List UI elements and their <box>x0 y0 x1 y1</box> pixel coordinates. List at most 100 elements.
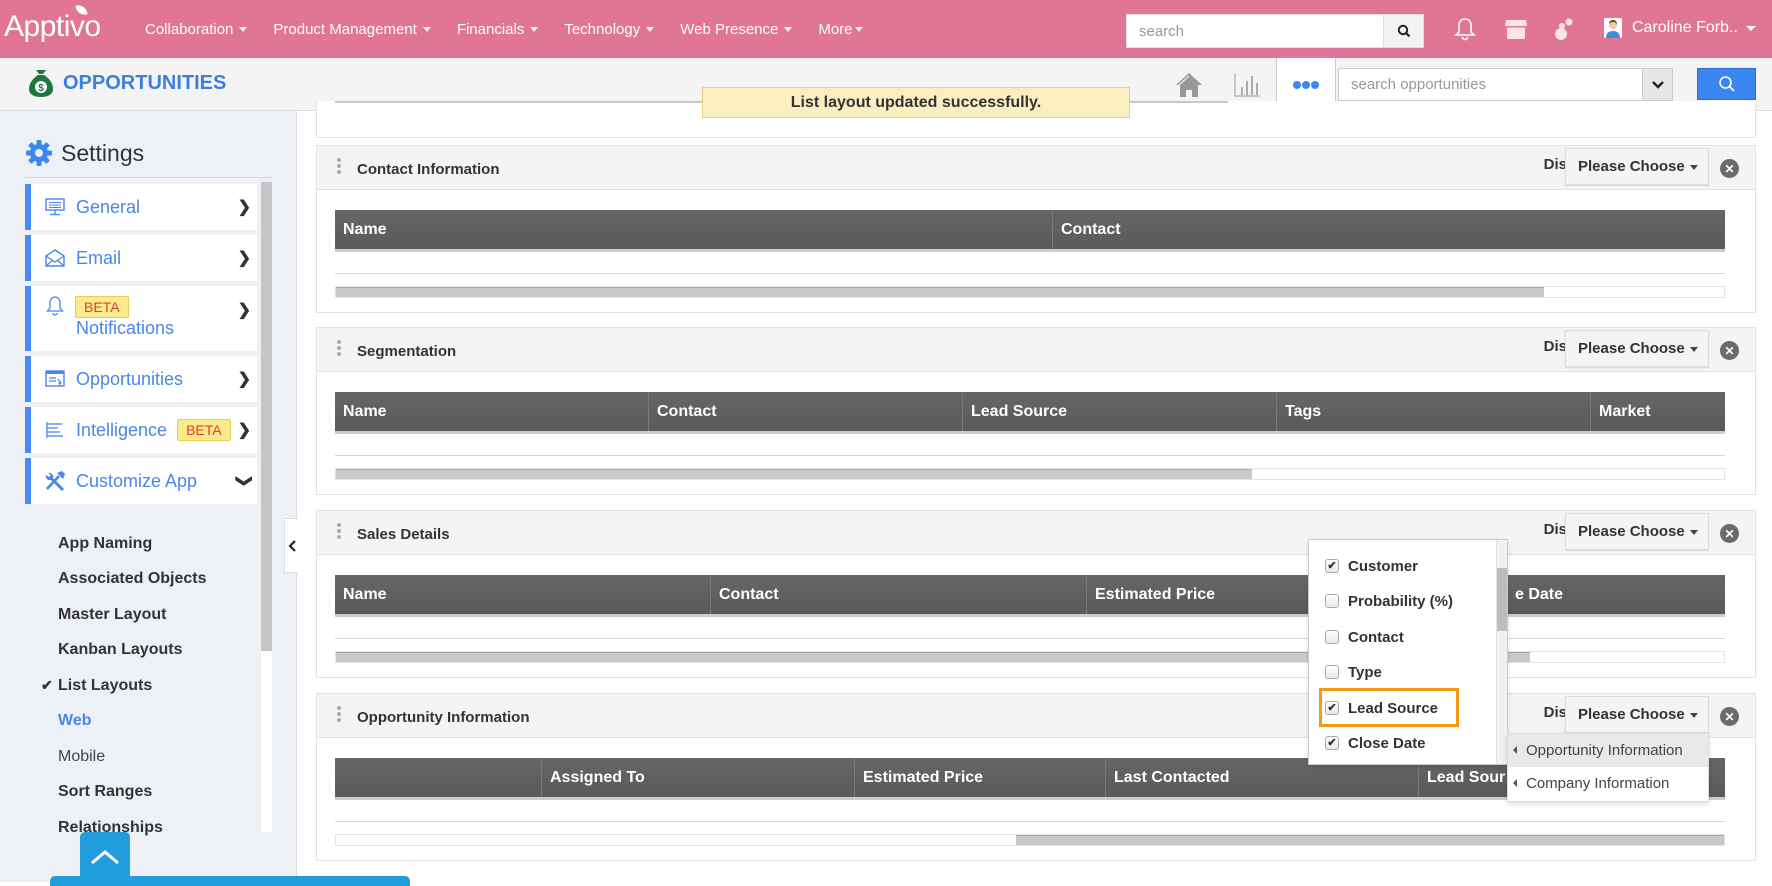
notifications-button[interactable] <box>1452 16 1478 42</box>
layout-section: Sales Details Display Please Choose ✕ Na… <box>316 510 1756 678</box>
checkbox[interactable] <box>1325 594 1339 608</box>
global-search-input[interactable] <box>1127 15 1381 47</box>
opportunity-search-input[interactable] <box>1339 69 1629 100</box>
column-picker-scrollbar[interactable] <box>1496 540 1507 764</box>
display-select[interactable]: Please Choose <box>1565 696 1709 733</box>
checkbox[interactable] <box>1325 665 1339 679</box>
horizontal-scrollbar[interactable] <box>335 834 1725 846</box>
remove-section-button[interactable]: ✕ <box>1720 707 1739 726</box>
sidebar-item-opportunities[interactable]: Opportunities ❯ <box>25 356 257 402</box>
menu-technology[interactable]: Technology <box>564 21 655 38</box>
display-option-company-information[interactable]: Company Information <box>1508 767 1708 800</box>
drag-handle-icon[interactable] <box>337 706 341 724</box>
divider <box>335 638 1725 639</box>
tools-icon <box>44 471 66 491</box>
column-header[interactable]: Contact <box>1053 210 1725 249</box>
caret-down-icon <box>422 26 431 32</box>
user-menu[interactable]: Caroline Forb.. <box>1604 18 1756 38</box>
column-header[interactable]: Lead Source <box>963 392 1277 431</box>
app-title[interactable]: $ OPPORTUNITIES <box>28 68 226 98</box>
column-header[interactable]: Contact <box>711 575 1087 614</box>
column-option-contact[interactable]: Contact <box>1325 625 1404 649</box>
beta-badge: BETA <box>75 296 129 318</box>
column-option-probability[interactable]: Probability (%) <box>1325 589 1453 613</box>
submenu-sort-ranges[interactable]: Sort Ranges <box>58 775 207 811</box>
sidebar-item-general[interactable]: General ❯ <box>25 184 257 230</box>
submenu-associated-objects[interactable]: Associated Objects <box>58 562 207 598</box>
column-header[interactable]: Contact <box>649 392 963 431</box>
remove-section-button[interactable]: ✕ <box>1720 159 1739 178</box>
submenu-kanban-layouts[interactable]: Kanban Layouts <box>58 633 207 669</box>
drag-handle-icon[interactable] <box>337 340 341 358</box>
submenu-list-layouts[interactable]: ✔ List Layouts <box>41 668 207 704</box>
settings-sidebar: Settings General ❯ Email ❯ BETA Notifica… <box>0 111 297 882</box>
display-select[interactable]: Please Choose <box>1565 513 1709 550</box>
submenu-mobile[interactable]: Mobile <box>58 739 207 775</box>
sidebar-scrollbar[interactable] <box>261 182 272 832</box>
scroll-to-top-button[interactable] <box>80 832 130 882</box>
option-label: Customer <box>1348 557 1419 575</box>
sidebar-item-intelligence[interactable]: Intelligence BETA ❯ <box>25 407 257 453</box>
sidebar-item-notifications[interactable]: BETA Notifications ❯ <box>25 286 257 351</box>
checkbox[interactable] <box>1325 630 1339 644</box>
column-option-lead-source[interactable]: ✔ Lead Source <box>1325 696 1438 720</box>
opportunity-search <box>1338 68 1673 101</box>
remove-section-button[interactable]: ✕ <box>1720 341 1739 360</box>
horizontal-scrollbar[interactable] <box>335 286 1725 298</box>
horizontal-scrollbar[interactable] <box>335 468 1725 480</box>
column-header[interactable]: Name <box>335 392 649 431</box>
bell-icon <box>44 296 66 316</box>
scrollbar-thumb[interactable] <box>1497 568 1507 631</box>
column-header[interactable]: Tags <box>1277 392 1591 431</box>
sidebar-item-customize-app[interactable]: Customize App ❯ <box>25 458 257 504</box>
column-header[interactable]: Name <box>335 210 1053 249</box>
column-option-type[interactable]: Type <box>1325 660 1382 684</box>
opportunity-search-button[interactable] <box>1697 68 1756 100</box>
checkbox[interactable]: ✔ <box>1325 736 1339 750</box>
select-value: Please Choose <box>1578 158 1685 175</box>
submenu-app-naming[interactable]: App Naming <box>58 526 207 562</box>
scrollbar-thumb[interactable] <box>261 182 272 651</box>
menu-financials[interactable]: Financials <box>457 21 539 38</box>
collapse-sidebar-button[interactable] <box>284 518 298 573</box>
divider <box>25 177 273 178</box>
column-header[interactable]: Market <box>1591 392 1725 431</box>
column-header[interactable]: Estimated Price <box>855 758 1106 797</box>
column-option-close-date[interactable]: ✔ Close Date <box>1325 731 1426 755</box>
column-header[interactable]: Assigned To <box>542 758 855 797</box>
sidebar-item-email[interactable]: Email ❯ <box>25 235 257 281</box>
remove-section-button[interactable]: ✕ <box>1720 524 1739 543</box>
display-option-opportunity-information[interactable]: Opportunity Information <box>1508 734 1708 767</box>
display-select[interactable]: Please Choose <box>1565 330 1709 367</box>
drag-handle-icon[interactable] <box>337 523 341 541</box>
menu-web-presence[interactable]: Web Presence <box>680 21 793 38</box>
chat-button[interactable] <box>1551 16 1577 42</box>
global-search-button[interactable] <box>1383 15 1423 47</box>
section-header: Contact Information Display Please Choos… <box>317 146 1755 190</box>
option-label: Lead Source <box>1348 699 1439 717</box>
bottom-panel-tab[interactable] <box>50 876 410 886</box>
section-title: Sales Details <box>357 526 450 543</box>
more-dots-icon <box>1293 80 1319 89</box>
menu-product-management[interactable]: Product Management <box>273 21 431 38</box>
search-filter-dropdown[interactable] <box>1642 69 1672 100</box>
menu-more[interactable]: More <box>818 21 863 38</box>
submenu-web[interactable]: Web <box>58 704 207 740</box>
apptivo-logo[interactable]: Apptivo <box>4 2 101 44</box>
app-store-button[interactable] <box>1503 16 1529 42</box>
display-select[interactable]: Please Choose <box>1565 148 1709 185</box>
column-header[interactable]: Name <box>335 575 711 614</box>
checkbox[interactable]: ✔ <box>1325 701 1339 715</box>
drag-handle-icon[interactable] <box>337 158 341 176</box>
user-avatar <box>1604 18 1622 38</box>
menu-collaboration[interactable]: Collaboration <box>145 21 248 38</box>
column-header[interactable] <box>335 758 542 797</box>
checkbox[interactable]: ✔ <box>1325 559 1339 573</box>
chevron-down-icon: ✔ <box>41 677 53 694</box>
scrollbar-thumb[interactable] <box>336 287 1544 297</box>
horizontal-scrollbar[interactable] <box>335 651 1725 663</box>
column-option-customer[interactable]: ✔ Customer <box>1325 554 1418 578</box>
scrollbar-thumb[interactable] <box>1016 835 1724 845</box>
submenu-master-layout[interactable]: Master Layout <box>58 597 207 633</box>
scrollbar-thumb[interactable] <box>336 469 1252 479</box>
